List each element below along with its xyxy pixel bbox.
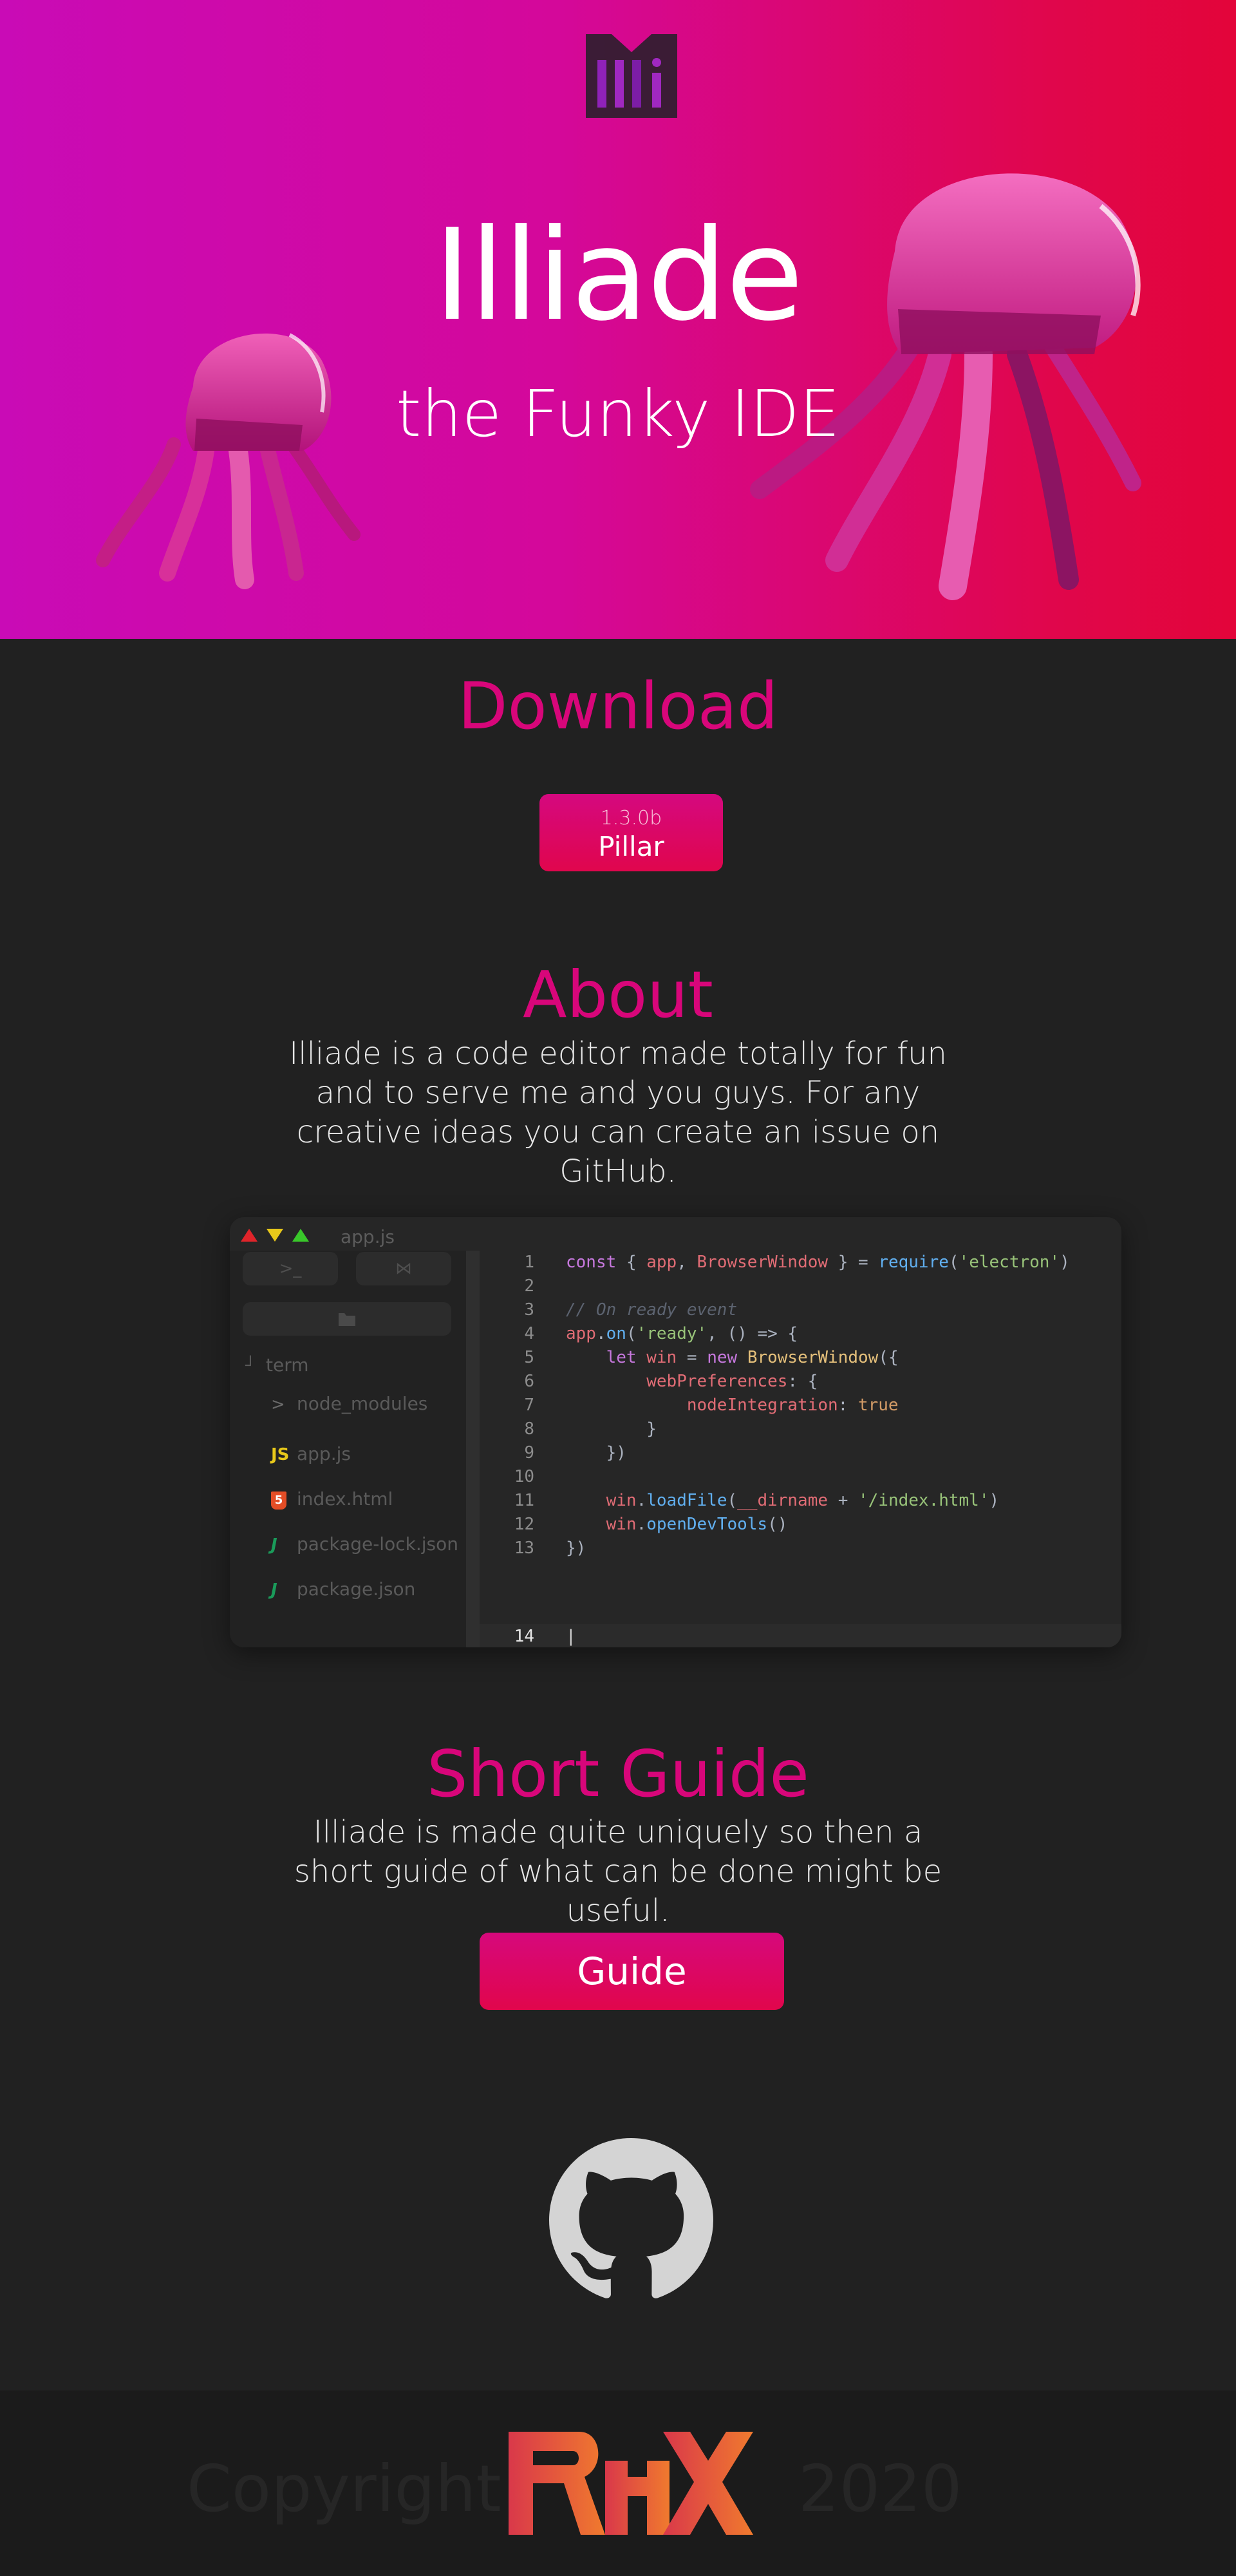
- terminal-button[interactable]: >_: [243, 1252, 338, 1285]
- tree-item-label: app.js: [297, 1443, 351, 1464]
- guide-button[interactable]: Guide: [480, 1933, 784, 2010]
- download-title: Download: [458, 668, 778, 744]
- tree-item-app-js[interactable]: JS app.js: [271, 1441, 351, 1467]
- folder-open-icon: ┘: [245, 1356, 256, 1376]
- editor-preview: app.js >_ ⋈ ┘ term > node_modules JS app.js…: [230, 1217, 1121, 1647]
- download-pillar-button[interactable]: 1.3.0b Pillar: [539, 794, 723, 871]
- tree-item-package-json[interactable]: Jpackage.json: [271, 1577, 415, 1602]
- tree-item-label: node_modules: [297, 1393, 428, 1414]
- npm-icon: J: [271, 1535, 277, 1555]
- tree-item-package-lock-json[interactable]: Jpackage-lock.json: [271, 1531, 458, 1557]
- footer-copyright: Copyright: [187, 2451, 501, 2526]
- download-label: Pillar: [598, 831, 664, 862]
- tree-item-node-modules[interactable]: > node_modules: [271, 1391, 427, 1417]
- npm-icon: J: [271, 1580, 277, 1600]
- hero-banner: Illiade the Funky IDE: [0, 0, 1236, 639]
- close-icon[interactable]: [240, 1227, 258, 1243]
- illiade-logo-icon[interactable]: [586, 34, 677, 118]
- tree-item-index-html[interactable]: 5 index.html: [271, 1486, 393, 1512]
- footer-year: 2020: [798, 2451, 962, 2526]
- folder-icon: [339, 1313, 355, 1326]
- github-icon[interactable]: [549, 2138, 713, 2302]
- code-editor[interactable]: 1 const { app, BrowserWindow } = require(…: [480, 1251, 1121, 1647]
- footer: Copyright 2020: [0, 2391, 1236, 2576]
- code-line-text: const { app, BrowserWindow } = require('…: [566, 1253, 1070, 1272]
- tree-root-label: term: [266, 1354, 309, 1376]
- rhx-logo[interactable]: [509, 2432, 753, 2535]
- tree-item-label: index.html: [297, 1488, 393, 1510]
- open-folder-button[interactable]: [243, 1302, 451, 1336]
- sidebar-scrollbar[interactable]: [466, 1251, 480, 1647]
- file-sidebar: >_ ⋈ ┘ term > node_modules JS app.js 5 index…: [230, 1251, 480, 1647]
- hero-subtitle: the Funky IDE: [396, 376, 840, 451]
- maximize-icon[interactable]: [292, 1227, 310, 1243]
- tree-item-label: package.json: [297, 1578, 416, 1600]
- hero-title: Illiade: [433, 202, 803, 349]
- chevron-right-icon: >: [271, 1395, 285, 1414]
- guide-title: Short Guide: [427, 1736, 809, 1812]
- download-version: 1.3.0b: [600, 807, 662, 829]
- tree-root[interactable]: ┘ term: [245, 1352, 309, 1378]
- text-cursor: |: [566, 1627, 576, 1646]
- about-text: Illiade is a code editor made totally fo…: [289, 1036, 947, 1189]
- tree-item-label: package-lock.json: [297, 1533, 458, 1555]
- editor-titlebar: app.js: [230, 1217, 1121, 1251]
- git-button[interactable]: ⋈: [356, 1252, 451, 1285]
- html5-icon: 5: [271, 1487, 297, 1513]
- js-icon: JS: [271, 1445, 290, 1464]
- guide-text: Illiade is made quite uniquely so then a…: [294, 1814, 942, 1929]
- about-title: About: [523, 957, 713, 1032]
- minimize-icon[interactable]: [266, 1227, 284, 1243]
- open-file-tab[interactable]: app.js: [341, 1226, 395, 1247]
